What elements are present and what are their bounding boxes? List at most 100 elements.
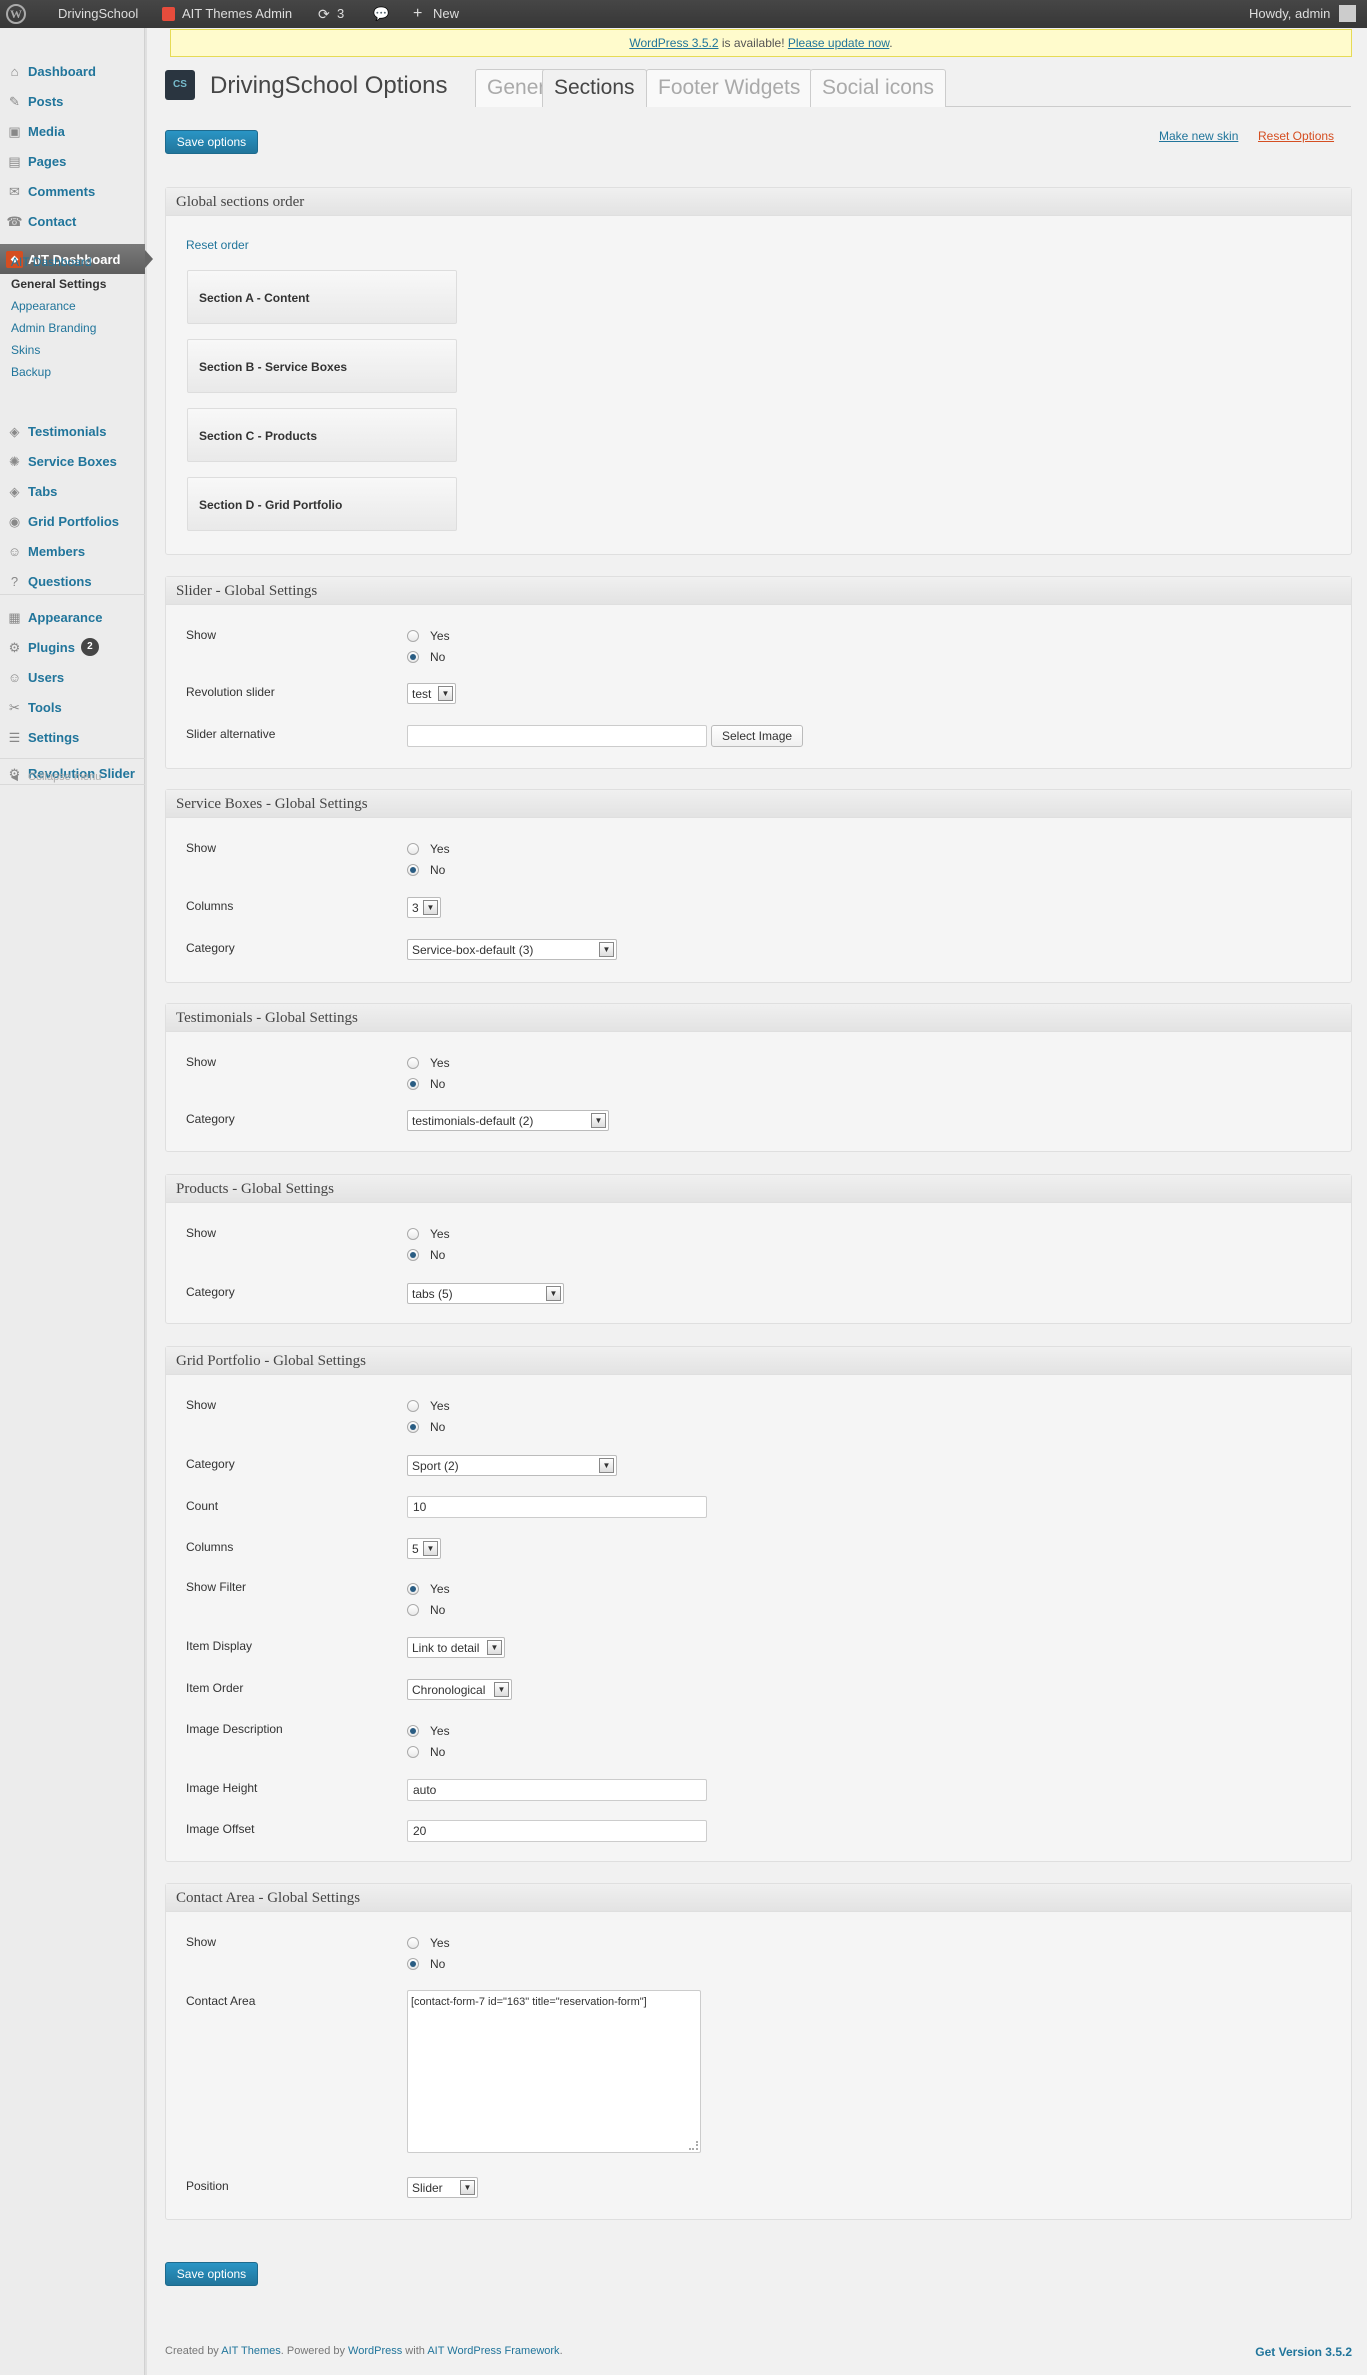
get-version-link[interactable]: Get Version 3.5.2 (1255, 2345, 1352, 2359)
save-options-button-bottom[interactable]: Save options (165, 2262, 258, 2286)
reset-order-link[interactable]: Reset order (186, 238, 249, 252)
tab-social-icons[interactable]: Social icons (810, 69, 947, 107)
radio-no[interactable]: No (407, 650, 450, 664)
radio-yes[interactable]: Yes (407, 629, 450, 643)
radio-button[interactable] (407, 843, 419, 855)
radio-button[interactable] (407, 1583, 419, 1595)
radio-yes[interactable]: Yes (407, 1227, 450, 1241)
radio-button[interactable] (407, 1249, 419, 1261)
slider-alternative-input[interactable] (407, 725, 707, 747)
sidebar-item-service-boxes[interactable]: ✺ Service Boxes (0, 446, 145, 476)
sidebar-item-posts[interactable]: ✎ Posts (0, 86, 145, 116)
radio-yes[interactable]: Yes (407, 842, 450, 856)
plus-icon[interactable]: + (413, 0, 422, 28)
sidebar-item-contact[interactable]: ☎ Contact (0, 206, 145, 236)
radio-button[interactable] (407, 864, 419, 876)
ait-themes-admin-link[interactable]: AIT Themes Admin (182, 0, 292, 28)
sidebar-item-testimonials[interactable]: ◈ Testimonials (0, 416, 145, 446)
radio-yes[interactable]: Yes (407, 1936, 450, 1950)
columns-select[interactable]: 5 ▼ (407, 1538, 441, 1559)
sidebar-item-tools[interactable]: ✂ Tools (0, 692, 145, 722)
radio-button[interactable] (407, 651, 419, 663)
radio-no[interactable]: No (407, 1745, 450, 1759)
site-name-link[interactable]: DrivingSchool (58, 0, 138, 28)
submenu-item-general-settings[interactable]: General Settings (11, 277, 106, 291)
radio-button[interactable] (407, 1937, 419, 1949)
sidebar-item-media[interactable]: ▣ Media (0, 116, 145, 146)
sidebar-item-users[interactable]: ☺ Users (0, 662, 145, 692)
radio-button[interactable] (407, 1421, 419, 1433)
image-height-input[interactable]: auto (407, 1779, 707, 1801)
updates-count[interactable]: 3 (337, 0, 344, 28)
image-offset-input[interactable]: 20 (407, 1820, 707, 1842)
item-order-select[interactable]: Chronological ▼ (407, 1679, 512, 1700)
submenu-item-ait-dashboard[interactable]: AIT Dashboard (11, 255, 92, 269)
radio-no[interactable]: No (407, 1603, 450, 1617)
submenu-item-skins[interactable]: Skins (11, 343, 40, 357)
wordpress-link[interactable]: WordPress (348, 2345, 402, 2357)
radio-button[interactable] (407, 1078, 419, 1090)
sidebar-item-comments[interactable]: ✉ Comments (0, 176, 145, 206)
wordpress-logo-icon[interactable]: W (6, 4, 26, 24)
ait-framework-link[interactable]: AIT WordPress Framework (427, 2345, 559, 2357)
columns-select[interactable]: 3 ▼ (407, 897, 441, 918)
sidebar-item-grid-portfolios[interactable]: ◉ Grid Portfolios (0, 506, 145, 536)
sidebar-item-members[interactable]: ☺ Members (0, 536, 145, 566)
section-item-grid-portfolio[interactable]: Section D - Grid Portfolio (187, 477, 457, 531)
radio-button[interactable] (407, 1958, 419, 1970)
radio-button[interactable] (407, 1725, 419, 1737)
sidebar-item-dashboard[interactable]: ⌂ Dashboard (0, 56, 145, 86)
contact-area-textarea[interactable]: [contact-form-7 id="163" title="reservat… (407, 1990, 701, 2153)
radio-no[interactable]: No (407, 1957, 450, 1971)
sidebar-item-settings[interactable]: ☰ Settings (0, 722, 145, 752)
radio-button[interactable] (407, 1228, 419, 1240)
ait-themes-link[interactable]: AIT Themes (221, 2345, 281, 2357)
make-new-skin-link[interactable]: Make new skin (1159, 129, 1238, 143)
category-select[interactable]: Sport (2) ▼ (407, 1455, 617, 1476)
wordpress-version-link[interactable]: WordPress 3.5.2 (629, 36, 718, 50)
radio-no[interactable]: No (407, 1248, 450, 1262)
reset-options-link[interactable]: Reset Options (1258, 129, 1334, 143)
radio-yes[interactable]: Yes (407, 1056, 450, 1070)
category-select[interactable]: tabs (5) ▼ (407, 1283, 564, 1304)
comments-icon[interactable]: 💬 (373, 0, 389, 28)
sidebar-item-tabs[interactable]: ◈ Tabs (0, 476, 145, 506)
submenu-item-backup[interactable]: Backup (11, 365, 51, 379)
new-content-link[interactable]: New (433, 0, 459, 28)
sidebar-item-plugins[interactable]: ⚙ Plugins 2 (0, 632, 145, 662)
select-image-button[interactable]: Select Image (711, 725, 804, 747)
position-select[interactable]: Slider ▼ (407, 2177, 478, 2198)
revolution-slider-select[interactable]: test ▼ (407, 683, 456, 704)
resize-handle-icon[interactable] (689, 2141, 698, 2150)
radio-yes[interactable]: Yes (407, 1724, 450, 1738)
category-select[interactable]: testimonials-default (2) ▼ (407, 1110, 609, 1131)
collapse-menu-button[interactable]: ◀ Collapse menu (0, 762, 145, 792)
section-item-content[interactable]: Section A - Content (187, 270, 457, 324)
submenu-item-admin-branding[interactable]: Admin Branding (11, 321, 96, 335)
item-display-select[interactable]: Link to detail ▼ (407, 1637, 505, 1658)
count-input[interactable]: 10 (407, 1496, 707, 1518)
sidebar-item-appearance[interactable]: ▦ Appearance (0, 602, 145, 632)
radio-yes[interactable]: Yes (407, 1399, 450, 1413)
radio-no[interactable]: No (407, 1420, 450, 1434)
radio-no[interactable]: No (407, 863, 450, 877)
howdy-user-link[interactable]: Howdy, admin (1249, 0, 1330, 28)
radio-button[interactable] (407, 1057, 419, 1069)
section-item-products[interactable]: Section C - Products (187, 408, 457, 462)
avatar[interactable] (1339, 5, 1356, 22)
category-select[interactable]: Service-box-default (3) ▼ (407, 939, 617, 960)
radio-no[interactable]: No (407, 1077, 450, 1091)
sidebar-item-pages[interactable]: ▤ Pages (0, 146, 145, 176)
radio-button[interactable] (407, 630, 419, 642)
tab-sections[interactable]: Sections (542, 69, 647, 107)
tab-footer-widgets[interactable]: Footer Widgets (646, 69, 813, 107)
update-now-link[interactable]: Please update now (788, 36, 889, 50)
radio-button[interactable] (407, 1746, 419, 1758)
save-options-button-top[interactable]: Save options (165, 130, 258, 154)
sidebar-item-questions[interactable]: ? Questions (0, 566, 145, 596)
radio-yes[interactable]: Yes (407, 1582, 450, 1596)
section-item-service-boxes[interactable]: Section B - Service Boxes (187, 339, 457, 393)
radio-button[interactable] (407, 1604, 419, 1616)
updates-icon[interactable]: ⟳ (318, 0, 330, 28)
submenu-item-appearance[interactable]: Appearance (11, 299, 76, 313)
